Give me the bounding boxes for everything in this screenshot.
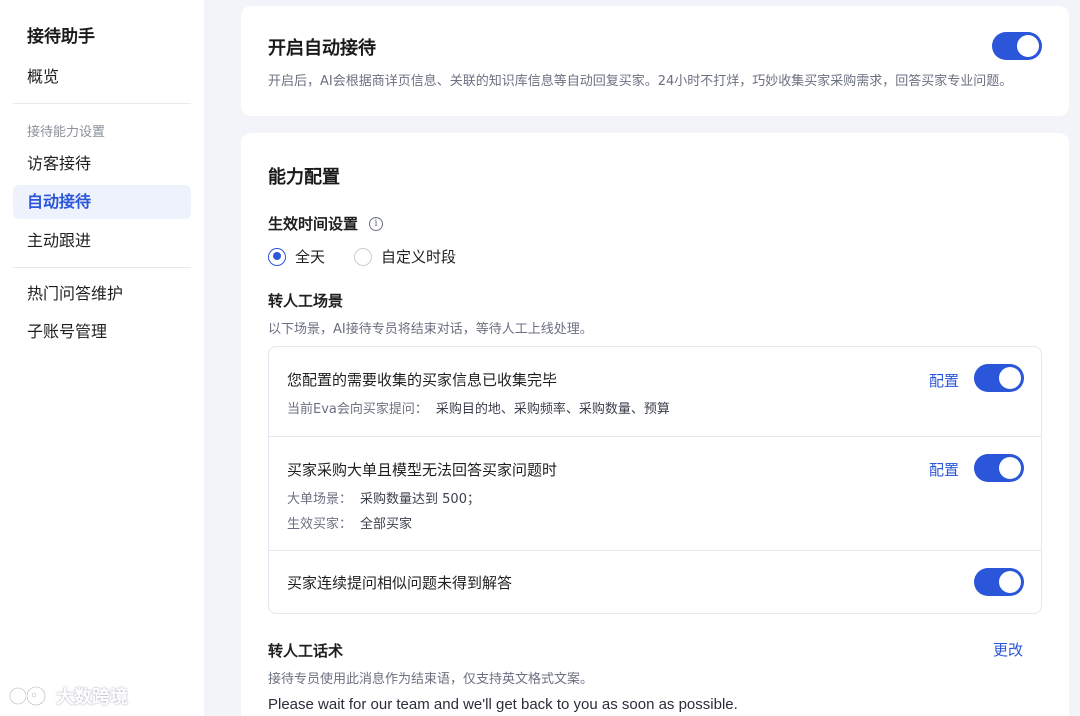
scenario-detail: 生效买家： 全部买家	[287, 513, 412, 532]
radio-button[interactable]	[354, 247, 372, 266]
handoff-scenarios-list: 您配置的需要收集的买家信息已收集完毕 当前Eva会向买家提问： 采购目的地、采购频…	[268, 346, 1042, 614]
sidebar-title: 接待助手	[27, 27, 95, 47]
scenario-toggle[interactable]	[974, 454, 1024, 482]
handoff-description: 以下场景，AI接待专员将结束对话，等待人工上线处理。	[268, 322, 593, 337]
capability-title: 能力配置	[268, 167, 340, 188]
handoff-script-message: Please wait for our team and we'll get b…	[268, 696, 738, 713]
scenario-detail-label: 大单场景：	[287, 492, 353, 507]
auto-reception-title: 开启自动接待	[268, 38, 376, 59]
edit-script-button[interactable]: 更改	[993, 639, 1023, 660]
info-icon[interactable]: i	[369, 217, 383, 231]
sidebar-divider	[13, 103, 191, 104]
sidebar-divider	[13, 267, 191, 268]
toggle-knob	[999, 367, 1021, 389]
radio-label: 全天	[295, 248, 326, 266]
scenario-detail: 当前Eva会向买家提问： 采购目的地、采购频率、采购数量、预算	[287, 398, 670, 417]
effective-time-label: 生效时间设置	[268, 215, 359, 233]
radio-button-checked[interactable]	[268, 247, 286, 266]
watermark-logo-icon	[8, 685, 47, 707]
config-button[interactable]: 配置	[929, 370, 959, 391]
watermark: 大数跨境	[8, 683, 128, 709]
handoff-script-description: 接待专员使用此消息作为结束语，仅支持英文格式文案。	[268, 672, 594, 687]
scenario-detail-value: 采购数量达到 500；	[360, 492, 480, 507]
toggle-knob	[999, 457, 1021, 479]
radio-all-day[interactable]: 全天	[268, 246, 325, 267]
handoff-title: 转人工场景	[268, 292, 344, 310]
radio-label: 自定义时段	[381, 248, 457, 266]
scenario-detail-value: 全部买家	[360, 517, 413, 532]
list-item: 买家连续提问相似问题未得到解答	[269, 550, 1041, 613]
watermark-text: 大数跨境	[56, 687, 128, 708]
list-item: 您配置的需要收集的买家信息已收集完毕 当前Eva会向买家提问： 采购目的地、采购频…	[269, 347, 1041, 436]
scenario-detail: 大单场景： 采购数量达到 500；	[287, 488, 480, 507]
handoff-script-title: 转人工话术	[268, 642, 344, 660]
auto-reception-toggle[interactable]	[992, 32, 1042, 60]
radio-custom-period[interactable]: 自定义时段	[354, 246, 456, 267]
list-item: 买家采购大单且模型无法回答买家问题时 大单场景： 采购数量达到 500； 生效买家…	[269, 436, 1041, 550]
scenario-title: 您配置的需要收集的买家信息已收集完毕	[287, 371, 558, 389]
auto-reception-card	[241, 6, 1069, 116]
toggle-knob	[1017, 35, 1039, 57]
sidebar-item-visitor-reception[interactable]: 访客接待	[13, 147, 191, 181]
scenario-toggle[interactable]	[974, 364, 1024, 392]
scenario-title: 买家连续提问相似问题未得到解答	[287, 574, 513, 592]
sidebar-item-subaccount[interactable]: 子账号管理	[13, 315, 191, 349]
scenario-title: 买家采购大单且模型无法回答买家问题时	[287, 461, 558, 479]
auto-reception-description: 开启后，AI会根据商详页信息、关联的知识库信息等自动回复买家。24小时不打烊，巧…	[268, 74, 1013, 89]
sidebar-item-faq[interactable]: 热门问答维护	[13, 277, 191, 311]
sidebar: 接待助手 概览 接待能力设置 访客接待 自动接待 主动跟进 热门问答维护 子账号…	[0, 0, 204, 716]
sidebar-item-proactive-followup[interactable]: 主动跟进	[13, 224, 191, 258]
sidebar-item-auto-reception[interactable]: 自动接待	[13, 185, 191, 219]
sidebar-item-overview[interactable]: 概览	[13, 60, 191, 94]
scenario-detail-value: 采购目的地、采购频率、采购数量、预算	[435, 402, 670, 417]
sidebar-group-label: 接待能力设置	[27, 125, 106, 140]
scenario-detail-label: 当前Eva会向买家提问：	[287, 402, 428, 417]
toggle-knob	[999, 571, 1021, 593]
scenario-detail-label: 生效买家：	[287, 517, 353, 532]
scenario-toggle[interactable]	[974, 568, 1024, 596]
config-button[interactable]: 配置	[929, 459, 959, 480]
